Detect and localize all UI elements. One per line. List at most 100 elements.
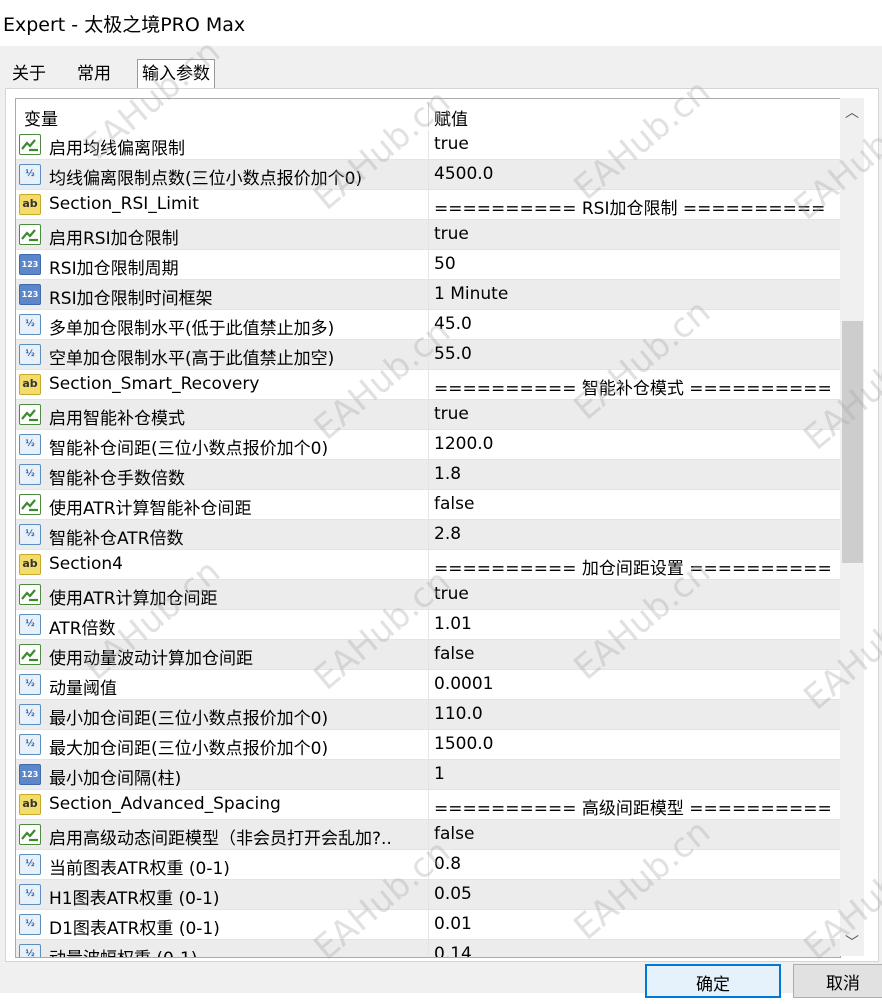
table-row[interactable]: ab Section_Smart_Recovery ========== 智能补仓模… [16,370,840,400]
table-row[interactable]: ½ 智能补仓间距(三位小数点报价加个0) 1200.0 [16,430,840,460]
table-row[interactable]: ½ 最大加仓间距(三位小数点报价加个0) 1500.0 [16,730,840,760]
value-cell[interactable]: 1200.0 [428,430,840,460]
table-row[interactable]: 123 最小加仓间隔(柱) 1 [16,760,840,790]
tab-about[interactable]: 关于 [8,60,50,88]
variable-cell: ½ ATR倍数 [16,610,428,640]
table-row[interactable]: ½ ATR倍数 1.01 [16,610,840,640]
value-cell[interactable]: 2.8 [428,520,840,550]
icon-glyph: ½ [25,529,35,539]
value-cell[interactable]: 1 Minute [428,280,840,310]
value-cell[interactable]: ========== 高级间距模型 ========== [428,790,840,820]
icon-glyph: 123 [21,290,39,299]
string-param-icon: ab [19,554,41,575]
value-cell[interactable]: true [428,220,840,250]
table-row[interactable]: ½ 动量阈值 0.0001 [16,670,840,700]
table-row[interactable]: ½ 智能补仓手数倍数 1.8 [16,460,840,490]
bool-param-icon [19,494,41,515]
value-cell[interactable]: 1.8 [428,460,840,490]
table-row[interactable]: ab Section_Advanced_Spacing ========== 高级间… [16,790,840,820]
table-row[interactable]: ½ D1图表ATR权重 (0-1) 0.01 [16,910,840,940]
icon-glyph: 123 [21,260,39,269]
scroll-down-icon[interactable]: ﹀ [840,932,864,954]
parameter-name: 均线偏离限制点数(三位小数点报价加个0) [49,169,363,189]
variable-cell: ½ 动量阈值 [16,670,428,700]
value-cell[interactable]: true [428,580,840,610]
table-row[interactable]: ½ 均线偏离限制点数(三位小数点报价加个0) 4500.0 [16,160,840,190]
value-cell[interactable]: 0.14 [428,940,840,957]
value-cell[interactable]: true [428,130,840,160]
value-cell[interactable]: 110.0 [428,700,840,730]
parameter-value: ========== 智能补仓模式 ========== [434,379,832,399]
value-cell[interactable]: 0.0001 [428,670,840,700]
table-row[interactable]: ½ H1图表ATR权重 (0-1) 0.05 [16,880,840,910]
value-cell[interactable]: 0.05 [428,880,840,910]
icon-glyph: ½ [25,439,35,449]
parameter-value: true [434,404,469,424]
value-cell[interactable]: 4500.0 [428,160,840,190]
table-row[interactable]: ½ 当前图表ATR权重 (0-1) 0.8 [16,850,840,880]
value-cell[interactable]: ========== 智能补仓模式 ========== [428,370,840,400]
icon-glyph: ab [22,377,38,390]
parameter-value: 0.0001 [434,674,494,694]
value-cell[interactable]: 55.0 [428,340,840,370]
scrollbar-thumb[interactable] [842,321,863,563]
table-row[interactable]: 启用智能补仓模式 true [16,400,840,430]
table-row[interactable]: ab Section_RSI_Limit ========== RSI加仓限制 ==… [16,190,840,220]
value-cell[interactable]: 45.0 [428,310,840,340]
variable-cell: 使用ATR计算加仓间距 [16,580,428,610]
tab-input-params[interactable]: 输入参数 [137,59,215,88]
value-cell[interactable]: 1 [428,760,840,790]
grid-rows: 启用均线偏离限制 true ½ 均线偏离限制点数(三位小数点报价加个0) 4500.0 a… [16,130,840,957]
icon-glyph: ½ [25,469,35,479]
table-row[interactable]: ½ 多单加仓限制水平(低于此值禁止加多) 45.0 [16,310,840,340]
parameter-value: false [434,494,475,514]
table-row[interactable]: ½ 智能补仓ATR倍数 2.8 [16,520,840,550]
double-param-icon: ½ [19,314,41,335]
value-cell[interactable]: 0.8 [428,850,840,880]
double-param-icon: ½ [19,734,41,755]
value-cell[interactable]: false [428,490,840,520]
parameter-value: 1.8 [434,464,462,484]
table-row[interactable]: 使用ATR计算加仓间距 true [16,580,840,610]
icon-glyph: ½ [25,859,35,869]
table-row[interactable]: 123 RSI加仓限制时间框架 1 Minute [16,280,840,310]
variable-cell: 启用智能补仓模式 [16,400,428,430]
value-cell[interactable]: 1.01 [428,610,840,640]
table-row[interactable]: 启用RSI加仓限制 true [16,220,840,250]
value-cell[interactable]: false [428,820,840,850]
parameter-name: 使用ATR计算加仓间距 [49,589,218,609]
value-cell[interactable]: 0.01 [428,910,840,940]
vertical-scrollbar[interactable]: ︿ ﹀ [840,98,864,956]
table-row[interactable]: 使用动量波动计算加仓间距 false [16,640,840,670]
scroll-up-icon[interactable]: ︿ [840,102,864,124]
parameter-name: 动量阈值 [49,679,117,699]
double-param-icon: ½ [19,434,41,455]
value-cell[interactable]: 1500.0 [428,730,840,760]
table-row[interactable]: ab Section4 ========== 加仓间距设置 ========== [16,550,840,580]
table-row[interactable]: 123 RSI加仓限制周期 50 [16,250,840,280]
column-header-variable[interactable]: 变量 [24,105,58,130]
tab-common[interactable]: 常用 [73,60,115,88]
parameter-name: 启用高级动态间距模型（非会员打开会乱加?.. [49,829,392,849]
variable-cell: 123 RSI加仓限制周期 [16,250,428,280]
column-divider[interactable] [428,103,429,127]
table-row[interactable]: 启用均线偏离限制 true [16,130,840,160]
table-row[interactable]: ½ 最小加仓间距(三位小数点报价加个0) 110.0 [16,700,840,730]
value-cell[interactable]: false [428,640,840,670]
table-row[interactable]: 启用高级动态间距模型（非会员打开会乱加?.. false [16,820,840,850]
value-cell[interactable]: ========== 加仓间距设置 ========== [428,550,840,580]
table-row[interactable]: ½ 空单加仓限制水平(高于此值禁止加空) 55.0 [16,340,840,370]
variable-cell: 启用高级动态间距模型（非会员打开会乱加?.. [16,820,428,850]
parameter-name: D1图表ATR权重 (0-1) [49,919,220,939]
column-header-value[interactable]: 赋值 [434,105,468,130]
icon-glyph: ½ [25,679,35,689]
variable-cell: 123 RSI加仓限制时间框架 [16,280,428,310]
value-cell[interactable]: ========== RSI加仓限制 ========== [428,190,840,220]
value-cell[interactable]: true [428,400,840,430]
table-row[interactable]: ½ 动量波幅权重 (0-1) 0.14 [16,940,840,957]
parameter-value: false [434,824,475,844]
variable-cell: ab Section_RSI_Limit [16,190,428,220]
double-param-icon: ½ [19,164,41,185]
value-cell[interactable]: 50 [428,250,840,280]
table-row[interactable]: 使用ATR计算智能补仓间距 false [16,490,840,520]
